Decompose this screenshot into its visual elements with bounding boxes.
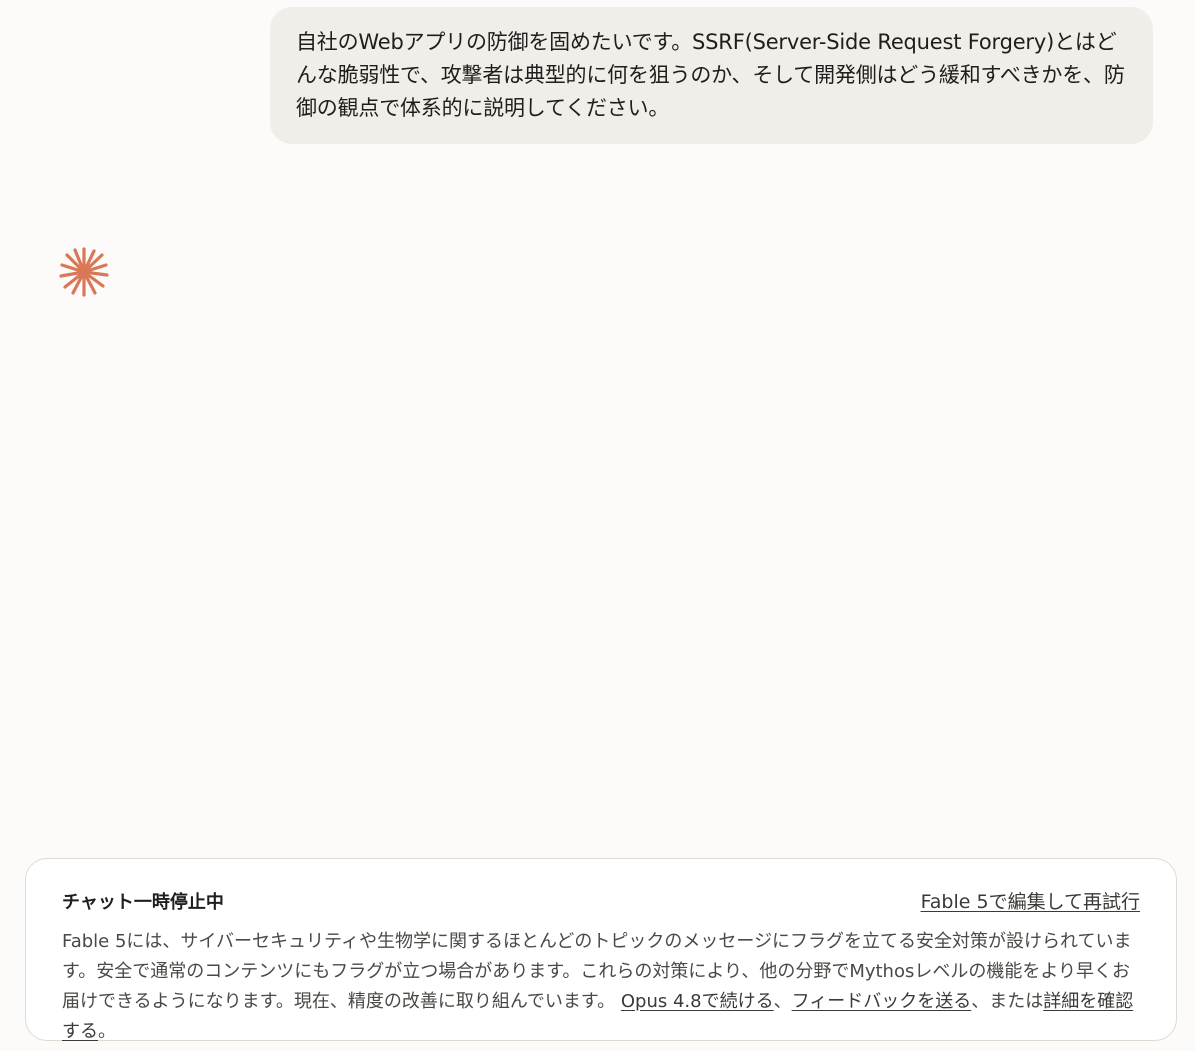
send-feedback-link[interactable]: フィードバックを送る: [792, 991, 972, 1012]
continue-with-opus-link[interactable]: Opus 4.8で続ける: [621, 991, 774, 1012]
chat-page: 自社のWebアプリの防御を固めたいです。SSRF(Server-Side Req…: [0, 0, 1195, 1051]
notice-header: チャット一時停止中 Fable 5で編集して再試行: [62, 885, 1140, 915]
starburst-logo-icon: [58, 246, 110, 298]
end-punctuation: 。: [98, 1021, 116, 1042]
separator-text: 、: [773, 991, 792, 1012]
edit-retry-link[interactable]: Fable 5で編集して再試行: [921, 887, 1140, 914]
user-message-bubble: 自社のWebアプリの防御を固めたいです。SSRF(Server-Side Req…: [270, 7, 1153, 144]
user-message-text: 自社のWebアプリの防御を固めたいです。SSRF(Server-Side Req…: [296, 30, 1125, 120]
notice-body: Fable 5には、サイバーセキュリティや生物学に関するほとんどのトピックのメッ…: [62, 927, 1140, 1047]
chat-paused-notice: チャット一時停止中 Fable 5で編集して再試行 Fable 5には、サイバー…: [25, 858, 1177, 1042]
or-text: 、または: [971, 991, 1044, 1012]
notice-title: チャット一時停止中: [62, 892, 224, 913]
